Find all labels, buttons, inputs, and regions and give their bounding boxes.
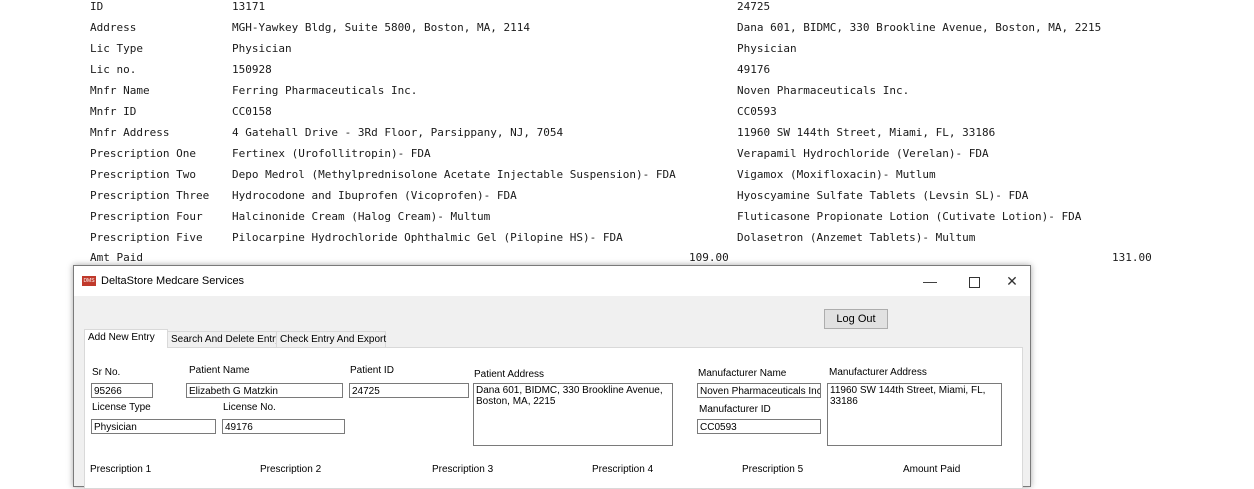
add-entry-panel: Sr No. 95266 Patient Name Elizabeth G Ma… bbox=[84, 347, 1023, 489]
prescription-4-label: Prescription 4 bbox=[592, 464, 654, 475]
report-row-mnfr-address: Mnfr Address 4 Gatehall Drive - 3Rd Floo… bbox=[0, 123, 1254, 143]
patient-name-label: Patient Name bbox=[189, 365, 250, 376]
manufacturer-id-field[interactable]: CC0593 bbox=[697, 419, 821, 434]
report-value-2: Vigamox (Moxifloxacin)- Mutlum bbox=[737, 168, 936, 181]
report-value-2: Dana 601, BIDMC, 330 Brookline Avenue, B… bbox=[737, 21, 1102, 34]
license-no-field[interactable]: 49176 bbox=[222, 419, 345, 434]
app-logo-icon: DMS bbox=[82, 276, 96, 286]
report-value-1: Hydrocodone and Ibuprofen (Vicoprofen)- … bbox=[232, 189, 517, 202]
report-label: Prescription Three bbox=[90, 189, 210, 202]
printed-report: ID 13171 24725 Address MGH-Yawkey Bldg, … bbox=[0, 0, 1254, 265]
prescription-1-label: Prescription 1 bbox=[90, 464, 152, 475]
amount-paid-label: Amount Paid bbox=[903, 464, 961, 475]
report-row-mnfr-name: Mnfr Name Ferring Pharmaceuticals Inc. N… bbox=[0, 81, 1254, 101]
report-row-prescription-two: Prescription Two Depo Medrol (Methylpred… bbox=[0, 165, 1254, 185]
patient-address-label: Patient Address bbox=[474, 369, 545, 380]
report-value-1: 150928 bbox=[232, 63, 272, 76]
report-value-1: MGH-Yawkey Bldg, Suite 5800, Boston, MA,… bbox=[232, 21, 531, 34]
report-value-1: 4 Gatehall Drive - 3Rd Floor, Parsippany… bbox=[232, 126, 564, 139]
report-value-2: Physician bbox=[737, 42, 797, 55]
report-value-2: 24725 bbox=[737, 0, 771, 13]
close-button[interactable]: ✕ bbox=[994, 266, 1030, 296]
manufacturer-address-field[interactable]: 11960 SW 144th Street, Miami, FL, 33186 bbox=[827, 383, 1002, 446]
report-value-1: Depo Medrol (Methylprednisolone Acetate … bbox=[232, 168, 676, 181]
license-type-label: License Type bbox=[92, 402, 151, 413]
log-out-button[interactable]: Log Out bbox=[824, 309, 888, 329]
report-row-address: Address MGH-Yawkey Bldg, Suite 5800, Bos… bbox=[0, 18, 1254, 38]
report-row-lic-type: Lic Type Physician Physician bbox=[0, 39, 1254, 59]
report-label: Mnfr ID bbox=[90, 105, 137, 118]
manufacturer-name-field[interactable]: Noven Pharmaceuticals Inc. bbox=[697, 383, 821, 398]
maximize-icon bbox=[968, 276, 980, 288]
report-value-2: Dolasetron (Anzemet Tablets)- Multum bbox=[737, 231, 976, 244]
report-value-2: Noven Pharmaceuticals Inc. bbox=[737, 84, 910, 97]
manufacturer-name-label: Manufacturer Name bbox=[698, 368, 787, 379]
app-window: DMS DeltaStore Medcare Services — ✕ Log … bbox=[73, 265, 1031, 489]
patient-name-field[interactable]: Elizabeth G Matzkin bbox=[186, 383, 343, 398]
report-label: Mnfr Address bbox=[90, 126, 170, 139]
sr-no-field[interactable]: 95266 bbox=[91, 383, 153, 398]
sr-no-label: Sr No. bbox=[92, 367, 121, 378]
report-label: Lic no. bbox=[90, 63, 137, 76]
report-value-1: Ferring Pharmaceuticals Inc. bbox=[232, 84, 418, 97]
report-value-1: Fertinex (Urofollitropin)- FDA bbox=[232, 147, 431, 160]
report-value-1: Halcinonide Cream (Halog Cream)- Multum bbox=[232, 210, 491, 223]
license-type-field[interactable]: Physician bbox=[91, 419, 216, 434]
license-no-label: License No. bbox=[223, 402, 276, 413]
report-row-prescription-three: Prescription Three Hydrocodone and Ibupr… bbox=[0, 186, 1254, 206]
report-label: Prescription Five bbox=[90, 231, 203, 244]
report-label: Mnfr Name bbox=[90, 84, 150, 97]
patient-id-label: Patient ID bbox=[350, 365, 394, 376]
report-value-2: 11960 SW 144th Street, Miami, FL, 33186 bbox=[737, 126, 996, 139]
report-row-mnfr-id: Mnfr ID CC0158 CC0593 bbox=[0, 102, 1254, 122]
report-row-id: ID 13171 24725 bbox=[0, 0, 1254, 17]
report-value-2: Fluticasone Propionate Lotion (Cutivate … bbox=[737, 210, 1082, 223]
report-row-prescription-five: Prescription Five Pilocarpine Hydrochlor… bbox=[0, 228, 1254, 248]
report-amount-2: 131.00 bbox=[1112, 251, 1152, 264]
report-value-2: Verapamil Hydrochloride (Verelan)- FDA bbox=[737, 147, 989, 160]
prescription-2-label: Prescription 2 bbox=[260, 464, 322, 475]
manufacturer-id-label: Manufacturer ID bbox=[699, 404, 771, 415]
report-value-1: Physician bbox=[232, 42, 292, 55]
tab-check-entry-and-export[interactable]: Check Entry And Export bbox=[276, 331, 386, 347]
report-label: Address bbox=[90, 21, 137, 34]
minimize-button[interactable]: — bbox=[912, 266, 948, 296]
prescription-3-label: Prescription 3 bbox=[432, 464, 494, 475]
patient-address-field[interactable]: Dana 601, BIDMC, 330 Brookline Avenue, B… bbox=[473, 383, 673, 446]
report-row-prescription-four: Prescription Four Halcinonide Cream (Hal… bbox=[0, 207, 1254, 227]
maximize-button[interactable] bbox=[956, 266, 992, 296]
manufacturer-address-label: Manufacturer Address bbox=[829, 367, 927, 378]
tab-search-and-delete-entry[interactable]: Search And Delete Entry bbox=[167, 331, 281, 347]
tab-add-new-entry[interactable]: Add New Entry bbox=[84, 329, 168, 348]
report-label: Prescription Four bbox=[90, 210, 203, 223]
title-bar[interactable]: DMS DeltaStore Medcare Services — ✕ bbox=[74, 266, 1030, 296]
report-label: ID bbox=[90, 0, 104, 13]
report-value-1: 13171 bbox=[232, 0, 266, 13]
report-value-2: 49176 bbox=[737, 63, 771, 76]
report-label: Prescription One bbox=[90, 147, 196, 160]
report-row-lic-no: Lic no. 150928 49176 bbox=[0, 60, 1254, 80]
report-label: Prescription Two bbox=[90, 168, 196, 181]
report-label: Lic Type bbox=[90, 42, 143, 55]
report-value-1: Pilocarpine Hydrochloride Ophthalmic Gel… bbox=[232, 231, 623, 244]
patient-id-field[interactable]: 24725 bbox=[349, 383, 469, 398]
report-row-prescription-one: Prescription One Fertinex (Urofollitropi… bbox=[0, 144, 1254, 164]
report-value-2: CC0593 bbox=[737, 105, 777, 118]
report-value-1: CC0158 bbox=[232, 105, 272, 118]
window-title: DeltaStore Medcare Services bbox=[101, 275, 245, 287]
prescription-5-label: Prescription 5 bbox=[742, 464, 804, 475]
report-value-2: Hyoscyamine Sulfate Tablets (Levsin SL)-… bbox=[737, 189, 1029, 202]
